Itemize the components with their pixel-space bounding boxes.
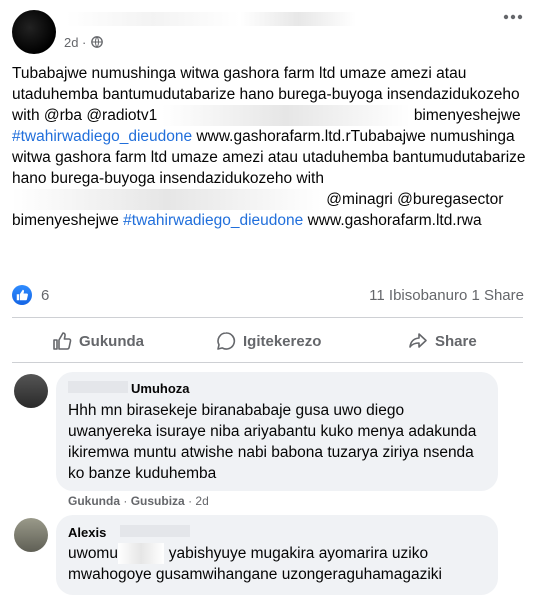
- post-text-part: bimenyeshejwe: [413, 107, 525, 124]
- reaction-count[interactable]: 6: [41, 287, 49, 304]
- commenter-name-redacted: [68, 381, 128, 393]
- comment-time[interactable]: 2d: [195, 494, 208, 508]
- globe-icon: [91, 36, 103, 48]
- comment-text: uwomuxxxxxx yabishyuye mugakira ayomarir…: [68, 543, 442, 583]
- post-text-part: www.gashorafarm.ltd.rwa: [303, 212, 482, 229]
- commenter-avatar[interactable]: [14, 518, 48, 552]
- separator-dot: ·: [82, 35, 87, 50]
- commenter-avatar[interactable]: [14, 374, 48, 408]
- post-timestamp[interactable]: 2d: [64, 35, 78, 50]
- commenter-name[interactable]: Alexis: [68, 525, 106, 540]
- comment-like-link[interactable]: Gukunda: [68, 494, 120, 508]
- comment-reply-link[interactable]: Gusubiza: [131, 494, 185, 508]
- comment-text: Hhh mn birasekeje biranababaje gusa uwo …: [68, 402, 477, 482]
- comment-actions: Gukunda · Gusubiza · 2d: [68, 494, 209, 508]
- share-label: Share: [435, 332, 477, 350]
- comment-button[interactable]: Igitekerezo: [216, 331, 321, 351]
- redacted-text: xxxxxxxxxxxxxxxxxxxxxxxxxxxxxxxxxxxxxxxx: [12, 189, 322, 210]
- comment-bubble-icon: [217, 332, 236, 350]
- hashtag-link[interactable]: #twahirwadiego_dieudone: [12, 128, 192, 145]
- divider: [12, 317, 523, 318]
- like-reaction-icon[interactable]: [12, 285, 32, 305]
- author-name-redacted[interactable]: [66, 12, 356, 26]
- comment-label: Igitekerezo: [243, 332, 322, 350]
- commenter-name-redacted: [120, 525, 190, 537]
- comments-shares-count[interactable]: 11 Ibisobanuro 1 Share: [369, 287, 524, 304]
- divider: [12, 362, 523, 363]
- commenter-name[interactable]: Umuhoza: [131, 381, 190, 396]
- like-button[interactable]: Gukunda: [52, 331, 144, 351]
- more-options-icon[interactable]: [503, 14, 523, 20]
- share-button[interactable]: Share: [408, 331, 477, 351]
- redacted-text: xxxxxx: [117, 543, 165, 564]
- like-label: Gukunda: [79, 332, 145, 350]
- redacted-text: xxxxxxxxxxxxxxxxxxxxxxxxxxxxxxxx: [161, 105, 410, 126]
- thumbs-up-icon: [53, 332, 72, 350]
- author-avatar[interactable]: [12, 10, 56, 54]
- hashtag-link[interactable]: #twahirwadiego_dieudone: [123, 212, 303, 229]
- post-text: Tubabajwe numushinga witwa gashora farm …: [12, 63, 527, 231]
- share-arrow-icon: [409, 333, 427, 348]
